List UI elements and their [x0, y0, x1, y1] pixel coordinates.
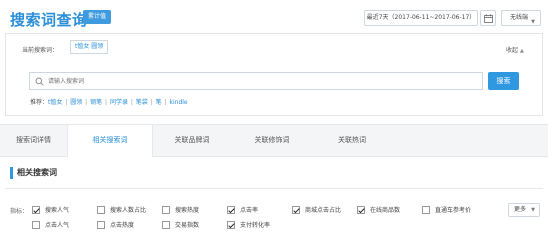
recommend-link[interactable]: 同学录: [110, 99, 128, 106]
collapse-toggle[interactable]: 收起 ▲: [506, 45, 524, 54]
checkbox-box[interactable]: [227, 206, 235, 214]
checkbox-box[interactable]: [162, 221, 170, 229]
tab-related-search-terms[interactable]: 相关搜索词: [67, 125, 153, 157]
search-button[interactable]: 搜索: [488, 72, 519, 90]
metric-label: 搜索人气: [45, 207, 70, 214]
tab-bar: 搜索词详情 相关搜索词 关联品牌词 关联修饰词 关联热词: [0, 124, 548, 157]
metric-label: 商城点击占比: [305, 207, 342, 214]
metric-label: 点击率: [240, 207, 259, 214]
date-range-selector[interactable]: 最近7天（2017-06-11~2017-06-17）: [364, 10, 478, 26]
metrics-label: 指标：: [10, 208, 29, 215]
current-term-tag[interactable]: t恤女 圆领: [70, 40, 109, 54]
tab-related-brand-terms[interactable]: 关联品牌词: [153, 125, 231, 156]
metric-label: 交易指数: [175, 222, 200, 229]
search-field[interactable]: [29, 72, 483, 90]
checkbox-box[interactable]: [227, 221, 235, 229]
chevron-up-icon: ▲: [519, 48, 524, 54]
metric-label: 点击热度: [110, 222, 135, 229]
device-label: 无线端: [510, 14, 529, 21]
more-metrics-button[interactable]: 更多 ▼: [508, 203, 540, 217]
metric-label: 直通车参考价: [435, 207, 472, 214]
metric-label: 在线商品数: [370, 207, 401, 214]
checkbox-box[interactable]: [357, 206, 365, 214]
calendar-button[interactable]: [480, 10, 496, 26]
checkbox-box[interactable]: [97, 206, 105, 214]
checkbox-box[interactable]: [162, 206, 170, 214]
metric-label: 点击人气: [45, 222, 70, 229]
collapse-label: 收起: [506, 47, 519, 54]
recommend-link[interactable]: t恤女: [48, 99, 62, 106]
checkbox-box[interactable]: [32, 206, 40, 214]
tab-related-modifier-terms[interactable]: 关联修饰词: [231, 125, 313, 156]
recommend-row: 推荐：t恤女 | 圆领 | 钢笔 | 同学录 | 笔袋 | 笔 | kindle: [30, 99, 188, 106]
recommend-link[interactable]: 笔袋: [136, 99, 148, 106]
more-label: 更多: [514, 206, 527, 213]
device-select[interactable]: 无线端 ▼: [501, 10, 541, 26]
tab-search-term-details[interactable]: 搜索词详情: [0, 125, 67, 156]
page-title: 搜索词查询: [10, 11, 88, 29]
recommend-link[interactable]: 钢笔: [90, 99, 102, 106]
cumulative-badge: 累计值: [83, 10, 112, 24]
chevron-down-icon: ▼: [531, 207, 535, 213]
tab-related-hot-terms[interactable]: 关联热词: [313, 125, 391, 156]
checkbox-box[interactable]: [292, 206, 300, 214]
section-title: 相关搜索词: [10, 167, 57, 179]
recommend-link[interactable]: 笔: [156, 99, 162, 106]
search-input[interactable]: [48, 74, 468, 88]
checkbox-box[interactable]: [97, 221, 105, 229]
metric-label: 搜索人数占比: [110, 207, 147, 214]
chevron-down-icon: ▼: [531, 19, 535, 25]
current-term-label: 当前搜索词：: [22, 47, 59, 54]
metric-label: 搜索热度: [175, 207, 200, 214]
recommend-label: 推荐：: [30, 99, 49, 106]
metric-label: 支付转化率: [240, 222, 271, 229]
recommend-link[interactable]: kindle: [170, 99, 188, 106]
recommend-link[interactable]: 圆领: [70, 99, 82, 106]
calendar-icon: [484, 14, 493, 23]
search-icon: [35, 77, 44, 86]
checkbox-box[interactable]: [32, 221, 40, 229]
divider: [5, 188, 543, 189]
checkbox-box[interactable]: [422, 206, 430, 214]
